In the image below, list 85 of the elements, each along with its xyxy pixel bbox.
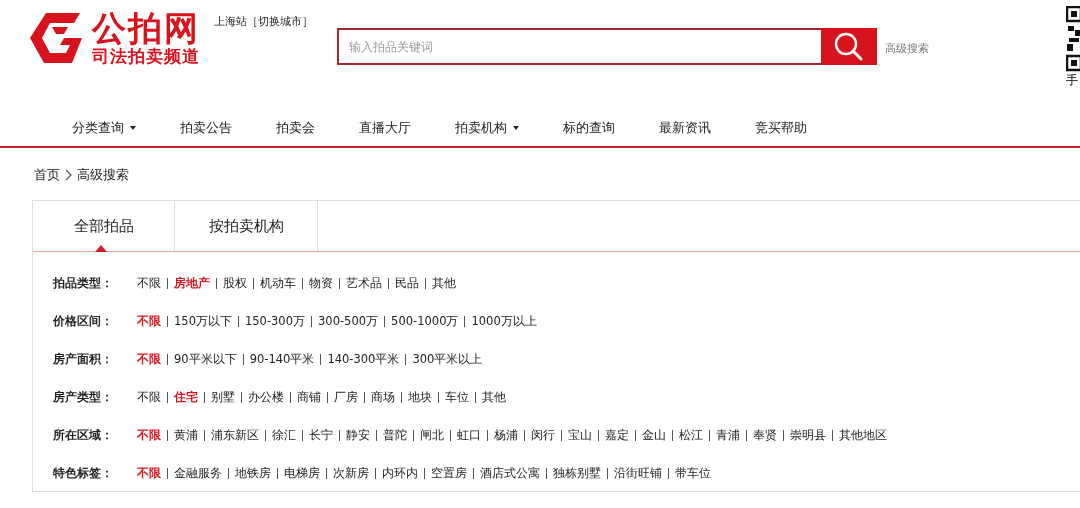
- filter-option[interactable]: 杨浦: [494, 427, 518, 443]
- filter-option[interactable]: 其他: [482, 389, 506, 405]
- filter-option[interactable]: 股权: [223, 275, 247, 291]
- filter-option[interactable]: 不限: [137, 313, 161, 329]
- filter-option[interactable]: 闵行: [531, 427, 555, 443]
- filter-option[interactable]: 90-140平米: [249, 351, 315, 367]
- filter-option[interactable]: 其他地区: [839, 427, 887, 443]
- filter-option[interactable]: 物资: [309, 275, 333, 291]
- filter-option[interactable]: 150-300万: [244, 313, 305, 329]
- nav-item[interactable]: 拍卖会: [276, 119, 315, 137]
- logo-subtitle: 司法拍卖频道: [92, 46, 200, 66]
- filter-option[interactable]: 商场: [371, 389, 395, 405]
- filter-option[interactable]: 带车位: [675, 465, 711, 481]
- filter-option[interactable]: 独栋别墅: [553, 465, 601, 481]
- nav-item[interactable]: 最新资讯: [659, 119, 711, 137]
- filter-option[interactable]: 90平米以下: [174, 351, 237, 367]
- filter-option[interactable]: 办公楼: [248, 389, 284, 405]
- qr-code-icon: [1066, 6, 1080, 72]
- filter-option[interactable]: 沿街旺铺: [614, 465, 662, 481]
- filter-option[interactable]: 青浦: [716, 427, 740, 443]
- filter-label: 所在区域：: [53, 427, 114, 443]
- filter-option[interactable]: 商铺: [297, 389, 321, 405]
- filter-option[interactable]: 房地产: [174, 275, 210, 291]
- nav-item[interactable]: 标的查询: [563, 119, 615, 137]
- breadcrumb-link[interactable]: 首页: [34, 166, 60, 184]
- filter-option[interactable]: 不限: [137, 275, 161, 291]
- nav-item[interactable]: 直播大厅: [359, 119, 411, 137]
- filter-option[interactable]: 不限: [137, 465, 161, 481]
- chevron-icon: [65, 169, 72, 181]
- search-field[interactable]: 输入拍品关键词: [337, 28, 821, 65]
- filter-option[interactable]: 崇明县: [790, 427, 826, 443]
- filter-option[interactable]: 住宅: [174, 389, 198, 405]
- filter-option[interactable]: 别墅: [211, 389, 235, 405]
- filter-option[interactable]: 其他: [432, 275, 456, 291]
- nav-item[interactable]: 拍卖机构: [455, 119, 519, 137]
- filter-option[interactable]: 金融服务: [174, 465, 222, 481]
- filter-option[interactable]: 不限: [137, 427, 161, 443]
- advanced-search-link[interactable]: 高级搜索: [885, 41, 929, 56]
- filter-option[interactable]: 徐汇: [272, 427, 296, 443]
- filter-option[interactable]: 不限: [137, 351, 161, 367]
- filter-option[interactable]: 浦东新区: [211, 427, 259, 443]
- filter-option[interactable]: 普陀: [383, 427, 407, 443]
- filter-option[interactable]: 内环内: [382, 465, 418, 481]
- filter-label: 特色标签：: [53, 465, 114, 481]
- filter-option[interactable]: 奉贤: [753, 427, 777, 443]
- filter-option[interactable]: 闸北: [420, 427, 444, 443]
- filter-option[interactable]: 静安: [346, 427, 370, 443]
- filter-option[interactable]: 空置房: [431, 465, 467, 481]
- filter-option[interactable]: 地铁房: [235, 465, 271, 481]
- filter-option[interactable]: 300-500万: [318, 313, 379, 329]
- filter-label: 房产面积：: [53, 351, 114, 367]
- filter-option[interactable]: 机动车: [260, 275, 296, 291]
- filter-option[interactable]: 厂房: [334, 389, 358, 405]
- filter-option[interactable]: 艺术品: [346, 275, 382, 291]
- filter-option[interactable]: 虹口: [457, 427, 481, 443]
- filter-option[interactable]: 140-300平米: [327, 351, 400, 367]
- qr-caption: 手: [1066, 72, 1078, 88]
- filter-option[interactable]: 300平米以上: [412, 351, 483, 367]
- filter-option[interactable]: 长宁: [309, 427, 333, 443]
- filter-option[interactable]: 嘉定: [605, 427, 629, 443]
- nav-item[interactable]: 竞买帮助: [755, 119, 807, 137]
- filter-option[interactable]: 电梯房: [284, 465, 320, 481]
- filter-option[interactable]: 地块: [408, 389, 432, 405]
- city-switch-link[interactable]: 上海站［切换城市］: [214, 14, 313, 29]
- search-button[interactable]: [821, 28, 877, 65]
- filter-option[interactable]: 500-1000万: [391, 313, 459, 329]
- filter-option[interactable]: 1000万以上: [471, 313, 537, 329]
- filter-option[interactable]: 松江: [679, 427, 703, 443]
- nav-item[interactable]: 分类查询: [72, 119, 136, 137]
- filter-label: 价格区间：: [53, 313, 114, 329]
- filter-option[interactable]: 150万以下: [174, 313, 232, 329]
- filter-option[interactable]: 酒店式公寓: [480, 465, 540, 481]
- nav-item[interactable]: 拍卖公告: [180, 119, 232, 137]
- search-icon: [834, 31, 864, 62]
- filter-option[interactable]: 金山: [642, 427, 666, 443]
- filter-option[interactable]: 车位: [445, 389, 469, 405]
- filter-option[interactable]: 黄浦: [174, 427, 198, 443]
- filter-label: 房产类型：: [53, 389, 114, 405]
- filter-option[interactable]: 宝山: [568, 427, 592, 443]
- filter-option[interactable]: 不限: [137, 389, 161, 405]
- filter-option[interactable]: 民品: [395, 275, 419, 291]
- breadcrumb-link[interactable]: 高级搜索: [77, 166, 129, 184]
- filter-option[interactable]: 次新房: [333, 465, 369, 481]
- filter-label: 拍品类型：: [53, 275, 114, 291]
- logo-title: 公拍网: [92, 10, 200, 46]
